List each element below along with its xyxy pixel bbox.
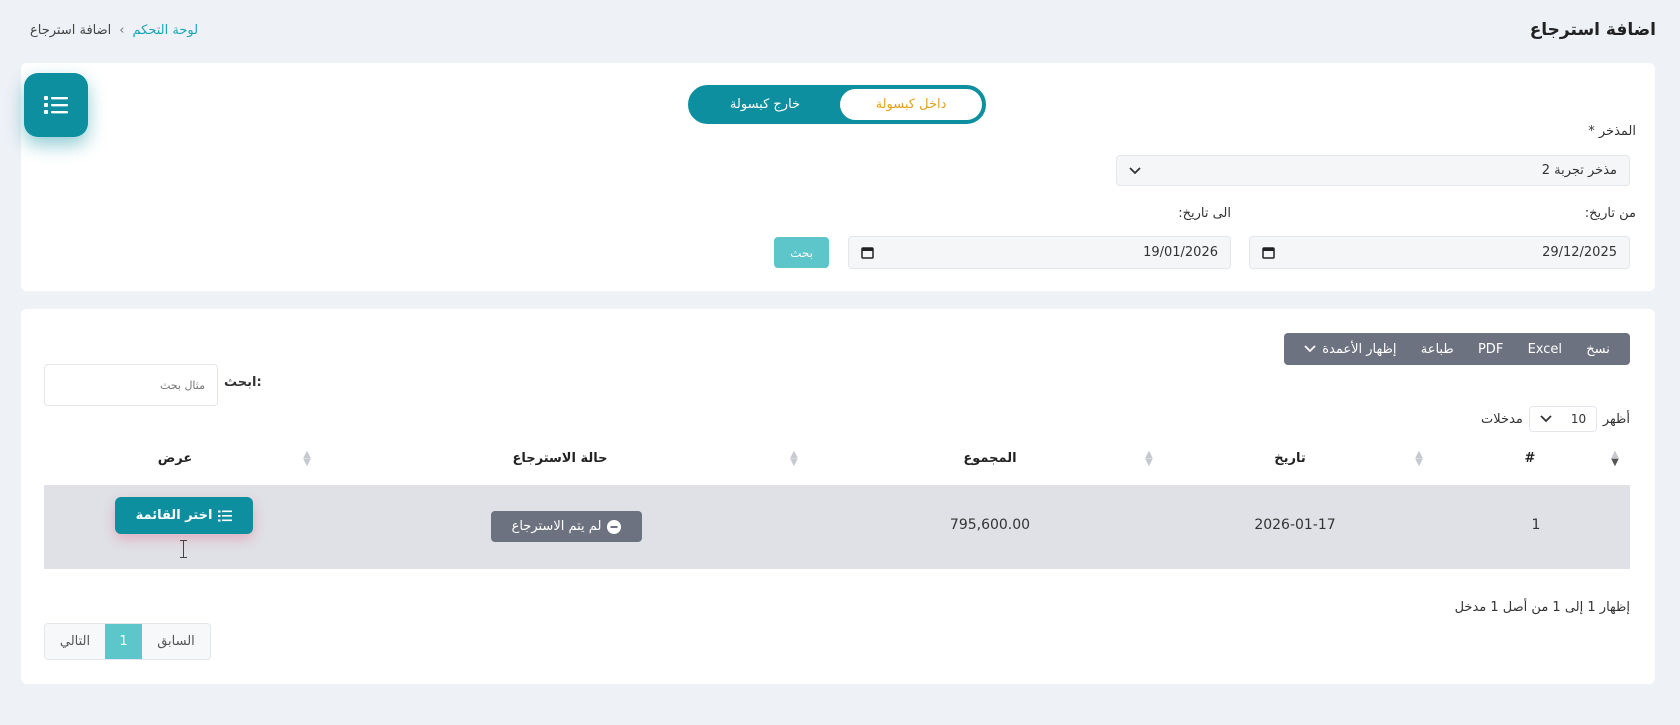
page-length-value: 10 <box>1570 412 1587 426</box>
to-date-input[interactable]: 19/01/2026 <box>848 236 1231 269</box>
breadcrumb-current: اضافة استرجاع <box>30 23 112 38</box>
warehouse-select-value: مذخر تجربة 2 <box>1541 163 1617 178</box>
table-search-input[interactable] <box>44 364 218 406</box>
chevron-down-icon <box>1129 166 1141 174</box>
list-icon <box>44 96 68 114</box>
pagination: التالي 1 السابق <box>44 623 211 660</box>
choose-menu-label: اختر القائمة <box>135 508 213 523</box>
status-badge: لم يتم الاسترجاع <box>491 511 642 542</box>
from-date-label: من تاريخ: <box>1584 206 1636 221</box>
row-date: 2026-01-17 <box>1254 517 1336 533</box>
toggle-outside-capsule[interactable]: خارج كبسولة <box>700 89 830 120</box>
pdf-button[interactable]: PDF <box>1478 342 1503 357</box>
calendar-icon[interactable] <box>1262 246 1275 259</box>
search-button[interactable]: بحث <box>774 237 829 268</box>
column-visibility-button[interactable]: إظهار الأعمدة <box>1304 342 1396 357</box>
page-length-control: أظهر 10 مدخلات <box>1481 406 1630 432</box>
column-header-total[interactable]: المجموع <box>930 451 1050 466</box>
capsule-toggle[interactable]: داخل كبسولة خارج كبسولة <box>688 85 986 124</box>
from-date-value: 29/12/2025 <box>1542 245 1617 260</box>
minus-circle-icon <box>607 519 622 534</box>
copy-button[interactable]: نسخ <box>1586 342 1610 357</box>
entries-label: مدخلات <box>1481 411 1523 427</box>
column-header-date[interactable]: تاريخ <box>1250 451 1330 466</box>
sort-icon[interactable]: ▲ ▼ <box>302 450 312 468</box>
text-cursor-icon <box>180 540 187 558</box>
calendar-icon[interactable] <box>861 246 874 259</box>
list-menu-button[interactable] <box>24 73 88 137</box>
chevron-down-icon <box>1304 345 1316 353</box>
column-visibility-label: إظهار الأعمدة <box>1322 341 1397 357</box>
choose-menu-button[interactable]: اختر القائمة <box>115 497 253 534</box>
chevron-down-icon <box>1539 415 1552 423</box>
to-date-value: 19/01/2026 <box>1143 245 1218 260</box>
breadcrumb-separator: › <box>119 23 125 38</box>
sort-icon[interactable]: ▲ ▼ <box>789 450 799 468</box>
row-number: 1 <box>1531 517 1541 533</box>
column-header-status[interactable]: حالة الاسترجاع <box>460 451 660 466</box>
show-label: أظهر <box>1602 411 1630 427</box>
table-search-label: ابحث: <box>224 375 262 390</box>
pagination-next[interactable]: التالي <box>45 624 105 659</box>
status-badge-label: لم يتم الاسترجاع <box>511 519 602 534</box>
page-title: اضافة استرجاع <box>1529 20 1656 40</box>
column-header-view[interactable]: عرض <box>135 451 215 466</box>
from-date-input[interactable]: 29/12/2025 <box>1249 236 1630 269</box>
sort-icon[interactable]: ▲ ▼ <box>1414 450 1424 468</box>
table-info: إظهار 1 إلى 1 من أصل 1 مدخل <box>1454 600 1630 615</box>
breadcrumb: لوحة التحكم › اضافة استرجاع <box>30 23 198 38</box>
pagination-page-1[interactable]: 1 <box>105 624 142 659</box>
print-button[interactable]: طباعة <box>1421 342 1454 357</box>
pagination-previous[interactable]: السابق <box>142 624 210 659</box>
toggle-inside-capsule[interactable]: داخل كبسولة <box>840 89 982 120</box>
export-toolbar: نسخ Excel PDF طباعة إظهار الأعمدة <box>1284 333 1630 365</box>
list-icon <box>218 510 233 521</box>
page-length-select[interactable]: 10 <box>1528 406 1597 432</box>
sort-icon[interactable]: ▲ ▼ <box>1610 450 1620 468</box>
excel-button[interactable]: Excel <box>1528 342 1562 357</box>
warehouse-select[interactable]: مذخر تجربة 2 <box>1116 155 1630 186</box>
sort-icon[interactable]: ▲ ▼ <box>1144 450 1154 468</box>
table-row <box>44 485 1630 569</box>
warehouse-label: المذخر * <box>1588 124 1636 139</box>
column-header-number[interactable]: # <box>1510 451 1550 466</box>
to-date-label: الى تاريخ: <box>1178 206 1231 221</box>
breadcrumb-home-link[interactable]: لوحة التحكم <box>133 23 199 38</box>
row-total: 795,600.00 <box>949 517 1031 533</box>
